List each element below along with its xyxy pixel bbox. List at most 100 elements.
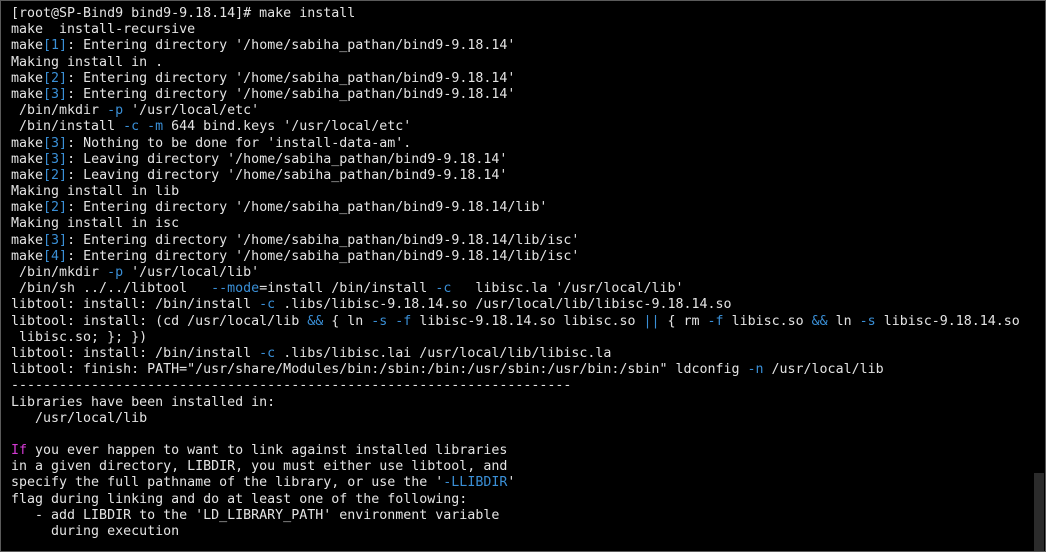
vertical-scrollbar[interactable] [1033,3,1044,551]
terminal-output[interactable]: [root@SP-Bind9 bind9-9.18.14]# make inst… [11,6,1029,551]
terminal-line: in a given directory, LIBDIR, you must e… [11,459,1029,475]
terminal-text-segment: : Nothing to be done for 'install-data-a… [67,135,412,151]
terminal-text-segment: ln [827,313,860,329]
terminal-text-segment: libisc-9.18.14.so [875,313,1020,329]
terminal-text-segment: --mode [211,281,260,297]
terminal-text-segment: during execution [11,524,180,539]
terminal-text-segment: -c [435,281,452,297]
terminal-text-segment: /usr/local/lib [763,362,884,378]
terminal-line: ----------------------------------------… [11,378,1029,394]
terminal-text-segment: /usr/local/lib [11,410,148,426]
terminal-text-segment: : Entering directory '/home/sabiha_patha… [67,70,516,86]
terminal-text-segment: .libs/libisc.lai /usr/local/lib/libisc.l… [275,345,612,361]
terminal-text-segment: -p [107,265,124,280]
terminal-text-segment: -c [123,119,140,135]
terminal-text-segment: -p [107,103,124,119]
terminal-text-segment: : Entering directory '/home/sabiha_patha… [67,248,580,264]
terminal-line: make[2]: Entering directory '/home/sabih… [11,71,1029,87]
terminal-text-segment: flag during linking and do at least one … [11,491,468,507]
terminal-text-segment: [3] [43,232,68,248]
terminal-text-segment: -f [395,313,412,329]
terminal-text-segment: /bin/mkdir [11,103,108,119]
terminal-text-segment: make [11,167,44,183]
terminal-line: make install-recursive [11,22,1029,38]
terminal-line: Making install in isc [11,216,1029,232]
terminal-line: make[3]: Leaving directory '/home/sabiha… [11,152,1029,168]
terminal-text-segment: [root@SP-Bind9 bind9-9.18.14]# make inst… [11,6,356,21]
terminal-text-segment: : Entering directory '/home/sabiha_patha… [67,232,580,248]
terminal-line: libisc.so; }; }) [11,330,1029,346]
terminal-text-segment: [2] [43,200,68,216]
terminal-text-segment: { rm [659,313,708,329]
terminal-line: Making install in lib [11,184,1029,200]
terminal-line: make[2]: Entering directory '/home/sabih… [11,200,1029,216]
terminal-window[interactable]: [root@SP-Bind9 bind9-9.18.14]# make inst… [0,0,1046,552]
terminal-text-segment: make [11,70,44,86]
terminal-line: /bin/mkdir -p '/usr/local/etc' [11,103,1029,119]
terminal-line: [root@SP-Bind9 bind9-9.18.14]# make inst… [11,6,1029,22]
terminal-text-segment: =install /bin/install [259,281,436,297]
terminal-line: If you ever happen to want to link again… [11,443,1029,459]
terminal-text-segment: [3] [43,86,68,102]
terminal-line: flag during linking and do at least one … [11,492,1029,508]
terminal-text-segment: .libs/libisc-9.18.14.so /usr/local/lib/l… [275,297,732,313]
terminal-text-segment: [2] [43,70,68,86]
terminal-text-segment: make [11,248,44,264]
terminal-text-segment: make [11,232,44,248]
terminal-text-segment: : Entering directory '/home/sabiha_patha… [67,38,516,54]
terminal-line: Libraries have been installed in: [11,395,1029,411]
terminal-line: make[2]: Leaving directory '/home/sabiha… [11,168,1029,184]
terminal-text-segment: libtool: install: /bin/install [11,345,260,361]
terminal-text-segment: /bin/sh ../../libtool [11,281,212,297]
terminal-line: /usr/local/lib [11,411,1029,427]
terminal-text-segment: ' [507,475,516,491]
terminal-text-segment: ----------------------------------------… [11,378,572,394]
terminal-line: - add LIBDIR to the 'LD_LIBRARY_PATH' en… [11,508,1029,524]
terminal-text-segment: -c [259,345,276,361]
terminal-text-segment: || [643,313,660,329]
terminal-text-segment: -f [707,313,724,329]
terminal-text-segment: specify the full pathname of the library… [11,475,444,491]
terminal-line: Making install in . [11,55,1029,71]
terminal-line: make[4]: Entering directory '/home/sabih… [11,249,1029,265]
terminal-text-segment: Making install in isc [11,216,180,232]
terminal-text-segment: make install-recursive [11,22,196,38]
terminal-text-segment: -c [259,297,276,313]
terminal-line: during execution [11,524,1029,540]
terminal-text-segment: - add LIBDIR to the 'LD_LIBRARY_PATH' en… [11,507,500,523]
terminal-line: make[3]: Entering directory '/home/sabih… [11,87,1029,103]
terminal-text-segment: 644 bind.keys '/usr/local/etc' [163,119,412,135]
terminal-line: /bin/sh ../../libtool --mode=install /bi… [11,281,1029,297]
terminal-text-segment: [4] [43,248,68,264]
terminal-line: make[1]: Entering directory '/home/sabih… [11,38,1029,54]
terminal-text-segment: libisc.so; }; }) [11,329,148,345]
terminal-line: /bin/mkdir -p '/usr/local/lib' [11,265,1029,281]
terminal-text-segment: make [11,135,44,151]
terminal-line: libtool: install: (cd /usr/local/lib && … [11,314,1029,330]
terminal-text-segment: -n [747,362,764,378]
terminal-text-segment: [2] [43,167,68,183]
terminal-text-segment: libtool: finish: PATH="/usr/share/Module… [11,362,748,378]
terminal-line: libtool: finish: PATH="/usr/share/Module… [11,362,1029,378]
terminal-text-segment: [3] [43,135,68,151]
terminal-text-segment: Making install in lib [11,184,180,200]
terminal-text-segment: : Leaving directory '/home/sabiha_pathan… [67,151,508,167]
terminal-text-segment: -m [147,119,164,135]
terminal-text-segment: && [811,313,828,329]
terminal-text-segment: /bin/install [11,119,124,135]
terminal-text-segment: libtool: install: /bin/install [11,297,260,313]
terminal-line: /bin/install -c -m 644 bind.keys '/usr/l… [11,119,1029,135]
terminal-text-segment: Libraries have been installed in: [11,394,276,410]
terminal-text-segment: && [307,313,324,329]
terminal-text-segment: [3] [43,151,68,167]
terminal-text-segment: : Entering directory '/home/sabiha_patha… [67,86,516,102]
terminal-text-segment: libisc-9.18.14.so libisc.so [411,313,644,329]
terminal-text-segment: -s [371,313,388,329]
terminal-line: libtool: install: /bin/install -c .libs/… [11,346,1029,362]
terminal-text-segment: libtool: install: (cd /usr/local/lib [11,313,308,329]
terminal-text-segment: libisc.so [723,313,812,329]
terminal-text-segment: make [11,86,44,102]
scrollbar-thumb[interactable] [1034,473,1044,551]
terminal-text-segment: make [11,151,44,167]
terminal-text-segment: Making install in . [11,54,164,70]
